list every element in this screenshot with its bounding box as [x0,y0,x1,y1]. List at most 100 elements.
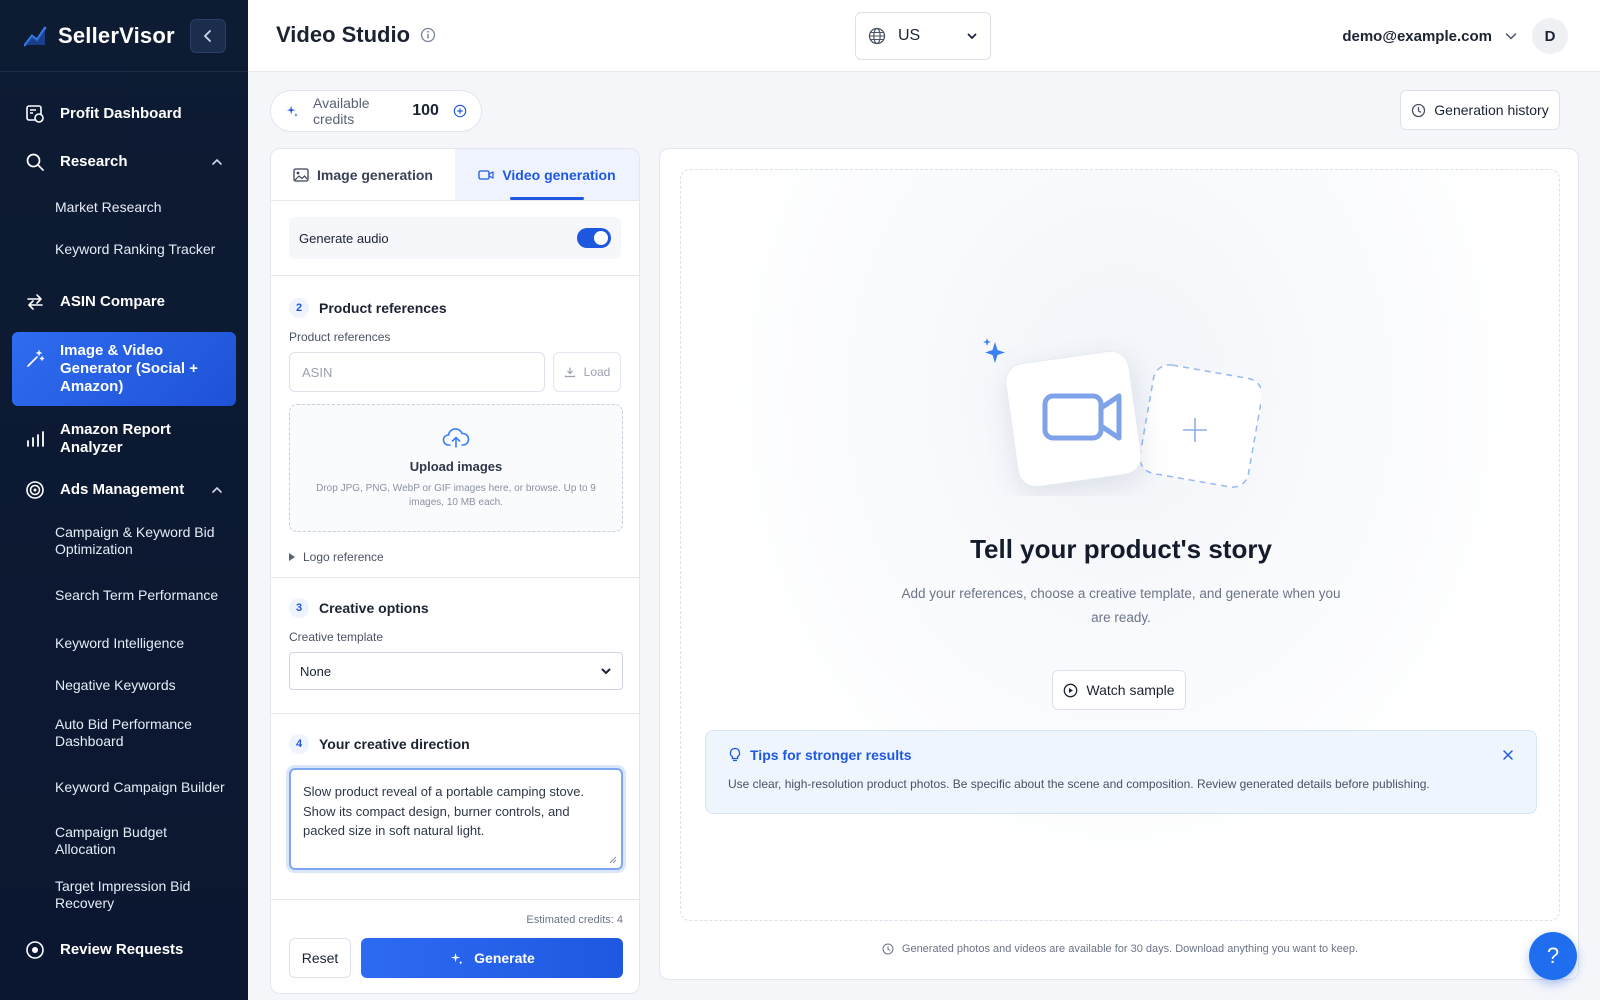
creative-template-label: Creative template [289,630,384,644]
sidebar-subitem-keyword-intelligence[interactable]: Keyword Intelligence [0,622,248,664]
close-icon[interactable] [1502,749,1514,761]
resize-handle-icon[interactable] [609,856,617,864]
sidebar-subitem-bid-optimization[interactable]: Campaign & Keyword Bid Optimization [0,514,248,568]
region-value: US [898,27,921,44]
credits-pill: Available credits 100 [270,90,482,132]
sidebar-subitem-keyword-campaign-builder[interactable]: Keyword Campaign Builder [0,760,248,814]
caret-right-icon [289,553,295,561]
brand-bar: SellerVisor [0,0,248,72]
action-buttons: Reset Generate [289,938,623,978]
creative-options-section: 3 Creative options Creative template Non… [271,577,639,713]
creative-direction-section: 4 Your creative direction Slow product r… [271,713,639,899]
preview-stage: Tell your product's story Add your refer… [680,169,1560,921]
generate-audio-toggle[interactable] [577,228,611,248]
cloud-upload-icon [442,427,470,448]
sidebar-item-review-requests[interactable]: Review Requests [0,926,248,974]
sidebar-subitem-auto-bid-dashboard[interactable]: Auto Bid Performance Dashboard [0,706,248,760]
tips-body: Use clear, high-resolution product photo… [728,777,1430,791]
reset-button[interactable]: Reset [289,938,351,978]
sidebar-subitem-negative-keywords[interactable]: Negative Keywords [0,664,248,706]
sidebar-item-asin-compare[interactable]: ASIN Compare [0,278,248,326]
bar-chart-icon [24,428,46,450]
creative-direction-text: Slow product reveal of a portable campin… [303,784,585,838]
creative-template-value: None [300,663,332,679]
sidebar-item-label: Ads Management [60,481,185,498]
sparkle-icon [983,338,1005,363]
sidebar-item-image-video-generator[interactable]: Image & Video Generator (Social + Amazon… [12,332,236,406]
sidebar-item-ads-management[interactable]: Ads Management [0,466,248,514]
section-header: 2 Product references [289,296,623,320]
load-asin-button[interactable]: Load [553,352,621,392]
panel-footer: Estimated credits: 4 Reset Generate [271,899,639,993]
clock-icon [882,943,894,955]
tab-label: Video generation [502,166,616,183]
sidebar-item-label: Image & Video Generator (Social + Amazon… [60,342,198,395]
step-number: 2 [289,298,309,318]
brand-logo-icon [23,26,47,46]
creative-direction-textarea[interactable]: Slow product reveal of a portable campin… [289,768,623,870]
watch-sample-button[interactable]: Watch sample [1052,670,1186,710]
credits-value: 100 [412,102,439,119]
magic-wand-icon [24,348,46,370]
video-placeholder-illustration [983,338,1261,488]
sidebar-subitem-market-research[interactable]: Market Research [0,186,248,228]
avatar[interactable]: D [1532,18,1568,54]
logo-reference-toggle[interactable]: Logo reference [289,550,623,564]
generate-audio-label: Generate audio [299,230,389,246]
sidebar-subitem-campaign-budget-allocation[interactable]: Campaign Budget Allocation [0,814,248,868]
sidebar-item-research[interactable]: Research [0,138,248,186]
user-menu[interactable]: demo@example.com D [1342,18,1568,54]
target-icon [24,479,46,501]
sidebar-item-label: ASIN Compare [60,293,166,310]
video-camera-icon [478,169,494,180]
sidebar-subitem-target-impression-bid-recovery[interactable]: Target Impression Bid Recovery [0,868,248,922]
add-credits-icon[interactable] [453,103,467,119]
sidebar-item-label: Profit Dashboard [60,105,182,122]
page-title: Video Studio [276,22,436,48]
sidebar-item-label: Research [60,153,128,170]
generate-button[interactable]: Generate [361,938,623,978]
sidebar-item-label: Review Requests [60,941,184,958]
generation-history-button[interactable]: Generation history [1400,90,1560,130]
sidebar-subitem-search-term-performance[interactable]: Search Term Performance [0,568,248,622]
help-button[interactable]: ? [1529,932,1577,980]
info-icon[interactable] [420,27,436,43]
tab-label: Image generation [317,166,433,183]
sidebar-subitem-keyword-ranking-tracker[interactable]: Keyword Ranking Tracker [0,228,248,270]
product-references-section: 2 Product references Product references … [271,275,639,577]
retention-notice: Generated photos and videos are availabl… [660,943,1580,955]
chevron-up-icon [212,486,222,493]
creative-template-select[interactable]: None [289,652,623,690]
config-panel: Image generation Video generation Genera… [270,148,640,994]
section-title: Creative options [319,600,429,616]
image-icon [293,167,309,182]
tips-box: Tips for stronger results Use clear, hig… [705,730,1537,814]
tab-image-generation[interactable]: Image generation [271,149,455,200]
section-title: Your creative direction [319,736,470,752]
review-icon [24,939,46,961]
collapse-sidebar-button[interactable] [190,18,226,53]
tips-title: Tips for stronger results [750,747,912,763]
upload-images-dropzone[interactable]: Upload images Drop JPG, PNG, WebP or GIF… [289,404,623,532]
sidebar-item-amazon-report-analyzer[interactable]: Amazon Report Analyzer [0,412,248,466]
load-label: Load [583,365,611,379]
preview-subtitle: Add your references, choose a creative t… [901,586,1341,625]
sidebar-item-profit-dashboard[interactable]: Profit Dashboard [0,90,248,138]
asin-input[interactable]: ASIN [289,352,545,392]
sparkle-icon [451,952,463,965]
dashboard-icon [24,103,46,125]
region-select[interactable]: US [855,12,991,60]
tab-video-generation[interactable]: Video generation [455,149,639,200]
step-number: 4 [289,734,309,754]
globe-icon [868,27,886,45]
generate-label: Generate [474,950,535,966]
upload-title: Upload images [409,458,503,474]
chevron-down-icon [1505,33,1517,40]
chevron-down-icon [967,33,977,40]
generation-tabs: Image generation Video generation [271,149,639,201]
user-email: demo@example.com [1342,27,1492,45]
logo-reference-label: Logo reference [303,550,384,564]
preview-panel: Tell your product's story Add your refer… [659,148,1579,980]
page-title-text: Video Studio [276,22,411,47]
play-circle-icon [1064,683,1078,697]
